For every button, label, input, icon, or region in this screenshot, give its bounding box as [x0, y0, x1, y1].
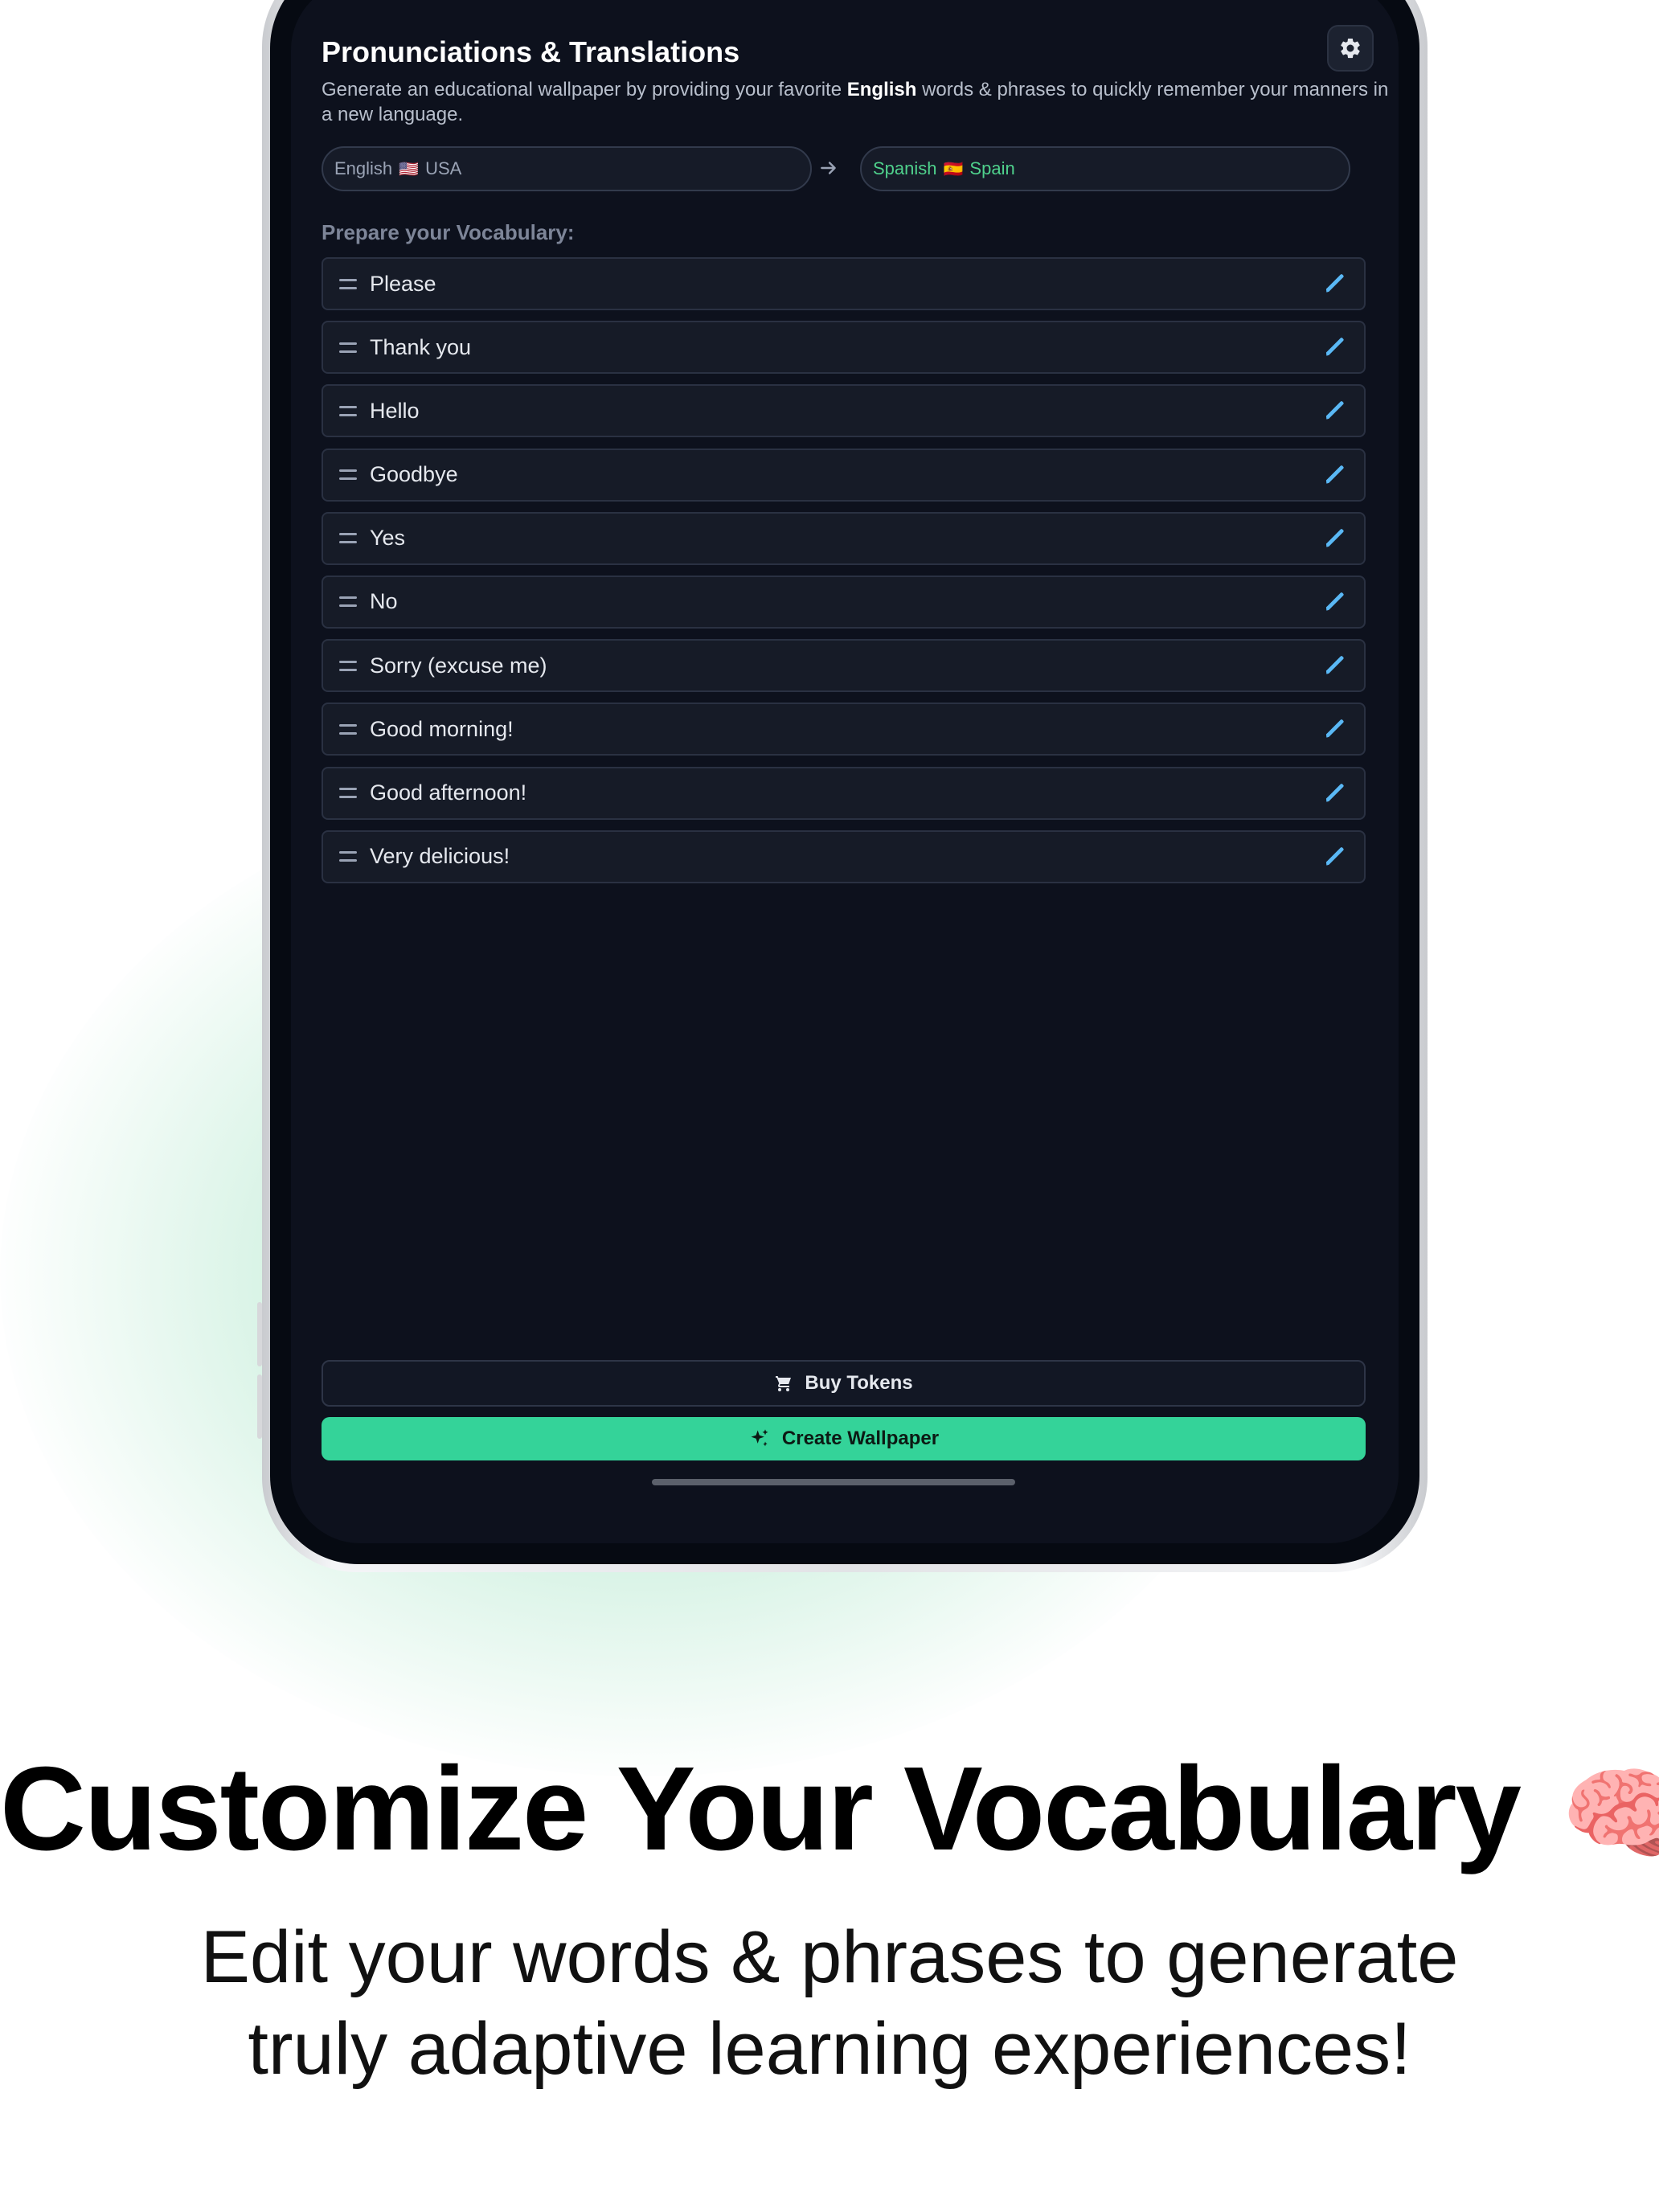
vocabulary-list: Please Thank you Hello Goodbye Yes No Sorry (e…: [322, 257, 1366, 894]
source-language-selector[interactable]: English 🇺🇸 USA: [322, 146, 812, 191]
vocab-item[interactable]: Good afternoon!: [322, 766, 1366, 820]
pencil-icon[interactable]: [1322, 526, 1348, 551]
drag-handle-icon[interactable]: [339, 660, 357, 671]
vocab-item-label: Sorry (excuse me): [370, 653, 547, 678]
arrow-right-icon: [821, 162, 836, 174]
side-button-top: [257, 1302, 262, 1366]
vocab-item[interactable]: No: [322, 575, 1366, 629]
create-wallpaper-button[interactable]: Create Wallpaper: [322, 1417, 1366, 1460]
drag-handle-icon[interactable]: [339, 723, 357, 735]
target-language-region: Spain: [969, 158, 1015, 178]
brain-icon: 🧠: [1561, 1757, 1659, 1872]
buy-tokens-button[interactable]: Buy Tokens: [322, 1360, 1366, 1407]
vocab-item-label: Hello: [370, 398, 420, 423]
drag-handle-icon[interactable]: [339, 405, 357, 416]
vocab-item[interactable]: Thank you: [322, 321, 1366, 375]
usa-flag-icon: 🇺🇸: [399, 160, 420, 178]
drag-handle-icon[interactable]: [339, 278, 357, 289]
vocab-item[interactable]: Sorry (excuse me): [322, 639, 1366, 693]
target-language-selector[interactable]: Spanish 🇪🇸 Spain: [860, 146, 1350, 191]
vocab-item[interactable]: Please: [322, 257, 1366, 310]
vocab-item-label: Very delicious!: [370, 844, 510, 869]
vocab-item-label: Good morning!: [370, 716, 514, 741]
headline-text: Customize Your Vocabulary: [0, 1743, 1522, 1875]
gear-icon: [1341, 38, 1360, 59]
device-bezel: Pronunciations & Translations Generate a…: [270, 0, 1419, 1564]
page-description: Generate an educational wallpaper by pro…: [322, 77, 1391, 127]
page-title: Pronunciations & Translations: [322, 35, 740, 68]
pencil-icon[interactable]: [1322, 844, 1348, 870]
source-language-name: English: [334, 158, 393, 178]
tablet-device: Pronunciations & Translations Generate a…: [262, 0, 1428, 1572]
home-indicator[interactable]: [652, 1479, 1015, 1485]
vocab-item[interactable]: Yes: [322, 511, 1366, 565]
drag-handle-icon[interactable]: [339, 851, 357, 862]
pencil-icon[interactable]: [1322, 271, 1348, 297]
settings-button[interactable]: [1327, 25, 1374, 72]
vocab-item-label: No: [370, 589, 398, 614]
vocab-item-label: Please: [370, 271, 436, 296]
subline-line-2: truly adaptive learning experiences!: [248, 2008, 1411, 2090]
vocab-item[interactable]: Very delicious!: [322, 830, 1366, 883]
create-wallpaper-label: Create Wallpaper: [781, 1428, 940, 1449]
drag-handle-icon[interactable]: [339, 469, 357, 481]
pencil-icon[interactable]: [1322, 653, 1348, 678]
source-language-region: USA: [425, 158, 462, 178]
vocab-item[interactable]: Good morning!: [322, 703, 1366, 756]
buy-tokens-label: Buy Tokens: [805, 1372, 913, 1394]
vocab-item[interactable]: Hello: [322, 384, 1366, 438]
pencil-icon[interactable]: [1322, 780, 1348, 806]
drag-handle-icon[interactable]: [339, 342, 357, 353]
side-button-bottom: [257, 1374, 262, 1439]
marketing-headline: Customize Your Vocabulary 🧠: [0, 1741, 1659, 1878]
description-prefix: Generate an educational wallpaper by pro…: [322, 79, 847, 100]
vocabulary-section-label: Prepare your Vocabulary:: [322, 220, 575, 244]
cart-icon: [774, 1374, 793, 1393]
subline-line-1: Edit your words & phrases to generate: [200, 1916, 1459, 1998]
vocab-item-label: Yes: [370, 526, 406, 551]
drag-handle-icon[interactable]: [339, 533, 357, 544]
drag-handle-icon[interactable]: [339, 788, 357, 798]
sparkles-icon: [748, 1428, 771, 1450]
pencil-icon[interactable]: [1322, 462, 1348, 488]
description-language: English: [846, 79, 917, 100]
spain-flag-icon: 🇪🇸: [943, 160, 964, 178]
drag-handle-icon[interactable]: [339, 596, 357, 608]
vocab-item-label: Thank you: [370, 334, 472, 359]
vocab-item[interactable]: Goodbye: [322, 448, 1366, 502]
pencil-icon[interactable]: [1322, 334, 1348, 360]
pencil-icon[interactable]: [1322, 589, 1348, 615]
marketing-subline: Edit your words & phrases to generate tr…: [0, 1911, 1659, 2095]
target-language-name: Spanish: [873, 158, 937, 178]
app-screen: Pronunciations & Translations Generate a…: [291, 0, 1399, 1543]
vocab-item-label: Good afternoon!: [370, 780, 527, 805]
pencil-icon[interactable]: [1322, 398, 1348, 424]
vocab-item-label: Goodbye: [370, 462, 458, 487]
pencil-icon[interactable]: [1322, 716, 1348, 742]
